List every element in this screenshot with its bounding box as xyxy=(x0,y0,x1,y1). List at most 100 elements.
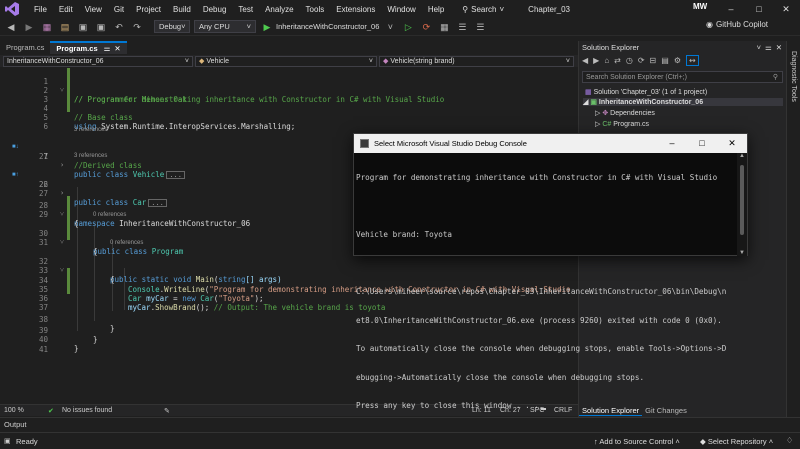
home-icon[interactable]: ⌂ xyxy=(604,56,609,65)
chevron-down-icon: ˅ xyxy=(368,57,373,65)
minimize-icon[interactable]: – xyxy=(657,134,687,153)
brush-icon[interactable]: ✎ xyxy=(164,407,170,415)
back-icon[interactable]: ◀ xyxy=(4,20,18,34)
run-target-button[interactable]: InheritanceWithConstructor_06 xyxy=(276,22,379,31)
menu-help[interactable]: Help xyxy=(422,5,450,14)
tree-project[interactable]: ◢ ▣ InheritanceWithConstructor_06 xyxy=(583,98,783,106)
codelens-references[interactable]: 0 references xyxy=(110,240,143,246)
configuration-dropdown[interactable]: Debug ˅ xyxy=(154,20,190,33)
console-scrollbar[interactable]: ▲ ▼ xyxy=(737,153,747,256)
solution-search-input[interactable]: Search Solution Explorer (Ctrl+;) ⚲ xyxy=(582,71,783,83)
maximize-icon[interactable]: □ xyxy=(745,0,773,18)
line-number: 21 xyxy=(38,152,48,161)
pin-icon[interactable]: ⚌ xyxy=(104,44,111,53)
type-dropdown[interactable]: ◆ Vehicle ˅ xyxy=(195,55,377,67)
menu-view[interactable]: View xyxy=(79,5,108,14)
menu-file[interactable]: File xyxy=(28,5,53,14)
collapse-icon[interactable]: ˅ xyxy=(60,210,66,219)
codelens-references[interactable]: 0 references xyxy=(93,212,126,218)
menu-window[interactable]: Window xyxy=(381,5,421,14)
issues-status[interactable]: No issues found xyxy=(62,407,112,414)
code-line: 2 // Programmer: Miheer Oak xyxy=(0,77,574,104)
maximize-icon[interactable]: □ xyxy=(687,134,717,153)
menu-debug[interactable]: Debug xyxy=(197,5,233,14)
menu-tools[interactable]: Tools xyxy=(300,5,331,14)
close-icon[interactable]: ✕ xyxy=(114,44,120,53)
tree-label: Program.cs xyxy=(613,121,650,128)
tree-dependencies[interactable]: ▷ ✥ Dependencies xyxy=(595,109,655,117)
save-icon[interactable]: ▣ xyxy=(76,20,90,34)
collapse-icon[interactable]: ˅ xyxy=(60,238,66,247)
close-icon[interactable]: ✕ xyxy=(776,41,782,54)
chevron-down-icon[interactable]: ˅ xyxy=(383,20,397,34)
forward-icon[interactable]: ▶ xyxy=(22,20,36,34)
forward-icon[interactable]: ▶ xyxy=(593,56,599,65)
avatar[interactable]: MW xyxy=(693,2,707,11)
tab-program-cs[interactable]: Program.cs xyxy=(0,41,50,54)
tree-solution[interactable]: ▦ Solution 'Chapter_03' (1 of 1 project) xyxy=(585,88,707,96)
platform-dropdown[interactable]: Any CPU ˅ xyxy=(194,20,256,33)
bookmark-icon[interactable]: ▦ xyxy=(437,20,451,34)
diagnostic-tools-tab[interactable]: Diagnostic Tools xyxy=(790,51,797,102)
member-dropdown[interactable]: ◆ Vehicle(string brand) ˅ xyxy=(379,55,574,67)
refresh-icon[interactable]: ⟳ xyxy=(638,56,645,65)
back-icon[interactable]: ◀ xyxy=(582,56,588,65)
redo-icon[interactable]: ↷ xyxy=(130,20,144,34)
new-project-icon[interactable]: ▦ xyxy=(40,20,54,34)
menu-extensions[interactable]: Extensions xyxy=(330,5,381,14)
chevron-down-icon[interactable]: ˅ xyxy=(757,41,761,54)
sync-icon[interactable]: ⇄ xyxy=(614,56,621,65)
expand-icon: ▷ xyxy=(595,110,601,117)
tree-program-cs[interactable]: ▷ C# Program.cs xyxy=(595,120,649,128)
comment-icon[interactable]: ☰ xyxy=(455,20,469,34)
menu-test[interactable]: Test xyxy=(232,5,259,14)
hot-reload-icon[interactable]: ⟳ xyxy=(419,20,433,34)
copilot-button[interactable]: ◉ GitHub Copilot xyxy=(706,20,768,29)
minimize-icon[interactable]: – xyxy=(717,0,745,18)
history-icon[interactable]: ◷ xyxy=(626,56,633,65)
console-line: To automatically close the console when … xyxy=(356,344,727,353)
chevron-down-icon: ˅ xyxy=(565,57,570,65)
codelens-references[interactable]: 3 references xyxy=(74,153,107,159)
search-box[interactable]: ⚲ Search ˅ xyxy=(462,5,504,14)
properties-icon[interactable]: ⚙ xyxy=(674,56,681,65)
close-icon[interactable]: ✕ xyxy=(772,0,800,18)
collapse-all-icon[interactable]: ⊟ xyxy=(650,56,657,65)
tab-label: Program.cs xyxy=(6,43,45,52)
select-repository-button[interactable]: ◆ Select Repository ˄ xyxy=(700,437,773,446)
pin-icon[interactable]: ⚌ xyxy=(765,41,772,54)
class-icon: ◆ xyxy=(199,58,205,65)
tab-output[interactable]: Output xyxy=(4,420,27,429)
tab-program-cs-active[interactable]: Program.cs ⚌ ✕ xyxy=(50,41,127,54)
dependencies-icon: ✥ xyxy=(602,110,609,117)
menu-build[interactable]: Build xyxy=(167,5,197,14)
search-icon: ⚲ xyxy=(462,4,469,14)
menu-analyze[interactable]: Analyze xyxy=(259,5,299,14)
project-dropdown[interactable]: InheritanceWithConstructor_06 ˅ xyxy=(3,55,193,67)
show-all-files-icon[interactable]: ▤ xyxy=(661,56,669,65)
debug-console-window[interactable]: Select Microsoft Visual Studio Debug Con… xyxy=(353,133,748,410)
close-icon[interactable]: ✕ xyxy=(717,134,747,153)
start-without-debugging-icon[interactable]: ▷ xyxy=(401,20,415,34)
notifications-icon[interactable]: ♢ xyxy=(786,436,793,445)
scrollbar-thumb[interactable] xyxy=(740,165,744,235)
menu-project[interactable]: Project xyxy=(130,5,167,14)
scroll-up-icon[interactable]: ▲ xyxy=(739,153,745,159)
console-title-bar[interactable]: Select Microsoft Visual Studio Debug Con… xyxy=(354,134,747,153)
add-to-source-control-button[interactable]: ↑ Add to Source Control ˄ xyxy=(594,437,680,446)
uncomment-icon[interactable]: ☰ xyxy=(473,20,487,34)
console-line: et8.0\InheritanceWithConstructor_06.exe … xyxy=(356,315,722,325)
undo-icon[interactable]: ↶ xyxy=(112,20,126,34)
codelens-references[interactable]: 3 references xyxy=(74,127,107,133)
console-output[interactable]: Program for demonstrating inheritance wi… xyxy=(356,154,736,430)
preview-icon[interactable]: ↭ xyxy=(685,55,699,66)
menu-edit[interactable]: Edit xyxy=(53,5,79,14)
scroll-down-icon[interactable]: ▼ xyxy=(739,250,745,256)
zoom-level[interactable]: 100 % xyxy=(4,407,24,414)
open-folder-icon[interactable]: ▤ xyxy=(58,20,72,34)
menu-git[interactable]: Git xyxy=(108,5,130,14)
copilot-icon: ◉ xyxy=(706,20,713,29)
play-icon[interactable]: ▶ xyxy=(260,20,274,34)
type-label: Vehicle xyxy=(206,57,229,65)
save-all-icon[interactable]: ▣ xyxy=(94,20,108,34)
